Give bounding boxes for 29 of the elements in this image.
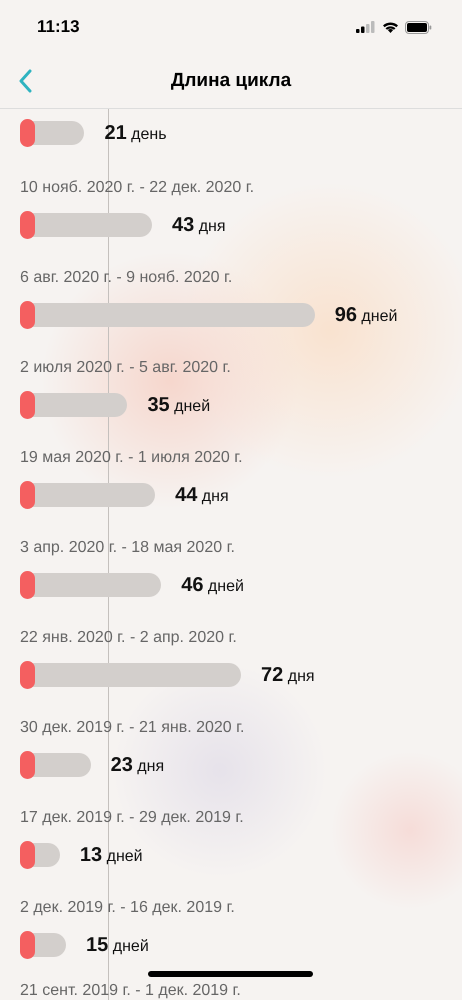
cycle-length: 72 дня	[261, 664, 315, 686]
date-range: 19 мая 2020 г. - 1 июля 2020 г.	[20, 448, 244, 468]
date-range: 22 янв. 2020 г. - 2 апр. 2020 г.	[20, 628, 238, 648]
cycle-length: 35 дней	[147, 394, 210, 416]
date-range: 21 сент. 2019 г. - 1 дек. 2019 г.	[20, 981, 242, 1000]
date-range: 2 июля 2020 г. - 5 авг. 2020 г.	[20, 358, 232, 378]
date-range: 6 авг. 2020 г. - 9 нояб. 2020 г.	[20, 268, 234, 288]
cycle-length: 43 дня	[172, 214, 226, 236]
cycle-length: 96 дней	[334, 304, 398, 326]
wifi-icon	[382, 21, 399, 33]
battery-icon	[405, 20, 432, 34]
cycle-length: 44 дня	[175, 484, 229, 506]
date-range: 3 апр. 2020 г. - 18 мая 2020 г.	[20, 538, 236, 558]
cycle-bar	[20, 121, 84, 145]
signal-icon	[356, 21, 376, 33]
date-range: 30 дек. 2019 г. - 21 янв. 2020 г.	[20, 718, 246, 738]
cycle-length: 15 дней	[86, 934, 149, 956]
cycle-length: 13 дней	[80, 844, 143, 866]
cycle-bar	[20, 753, 91, 777]
screen-title: Длина цикла	[170, 70, 292, 92]
date-range: 2 дек. 2019 г. - 16 дек. 2019 г.	[20, 898, 236, 918]
status-time: 11:13	[37, 17, 80, 37]
cycle-bar	[20, 933, 66, 957]
cycle-length: 23 дня	[110, 754, 164, 776]
cycle-bar	[20, 843, 60, 867]
cycle-length: 46 дней	[181, 574, 244, 596]
date-range: 10 нояб. 2020 г. - 22 дек. 2020 г.	[20, 178, 256, 198]
date-range: 17 дек. 2019 г. - 29 дек. 2019 г.	[20, 808, 245, 828]
cycle-length: 21 день	[104, 122, 167, 144]
